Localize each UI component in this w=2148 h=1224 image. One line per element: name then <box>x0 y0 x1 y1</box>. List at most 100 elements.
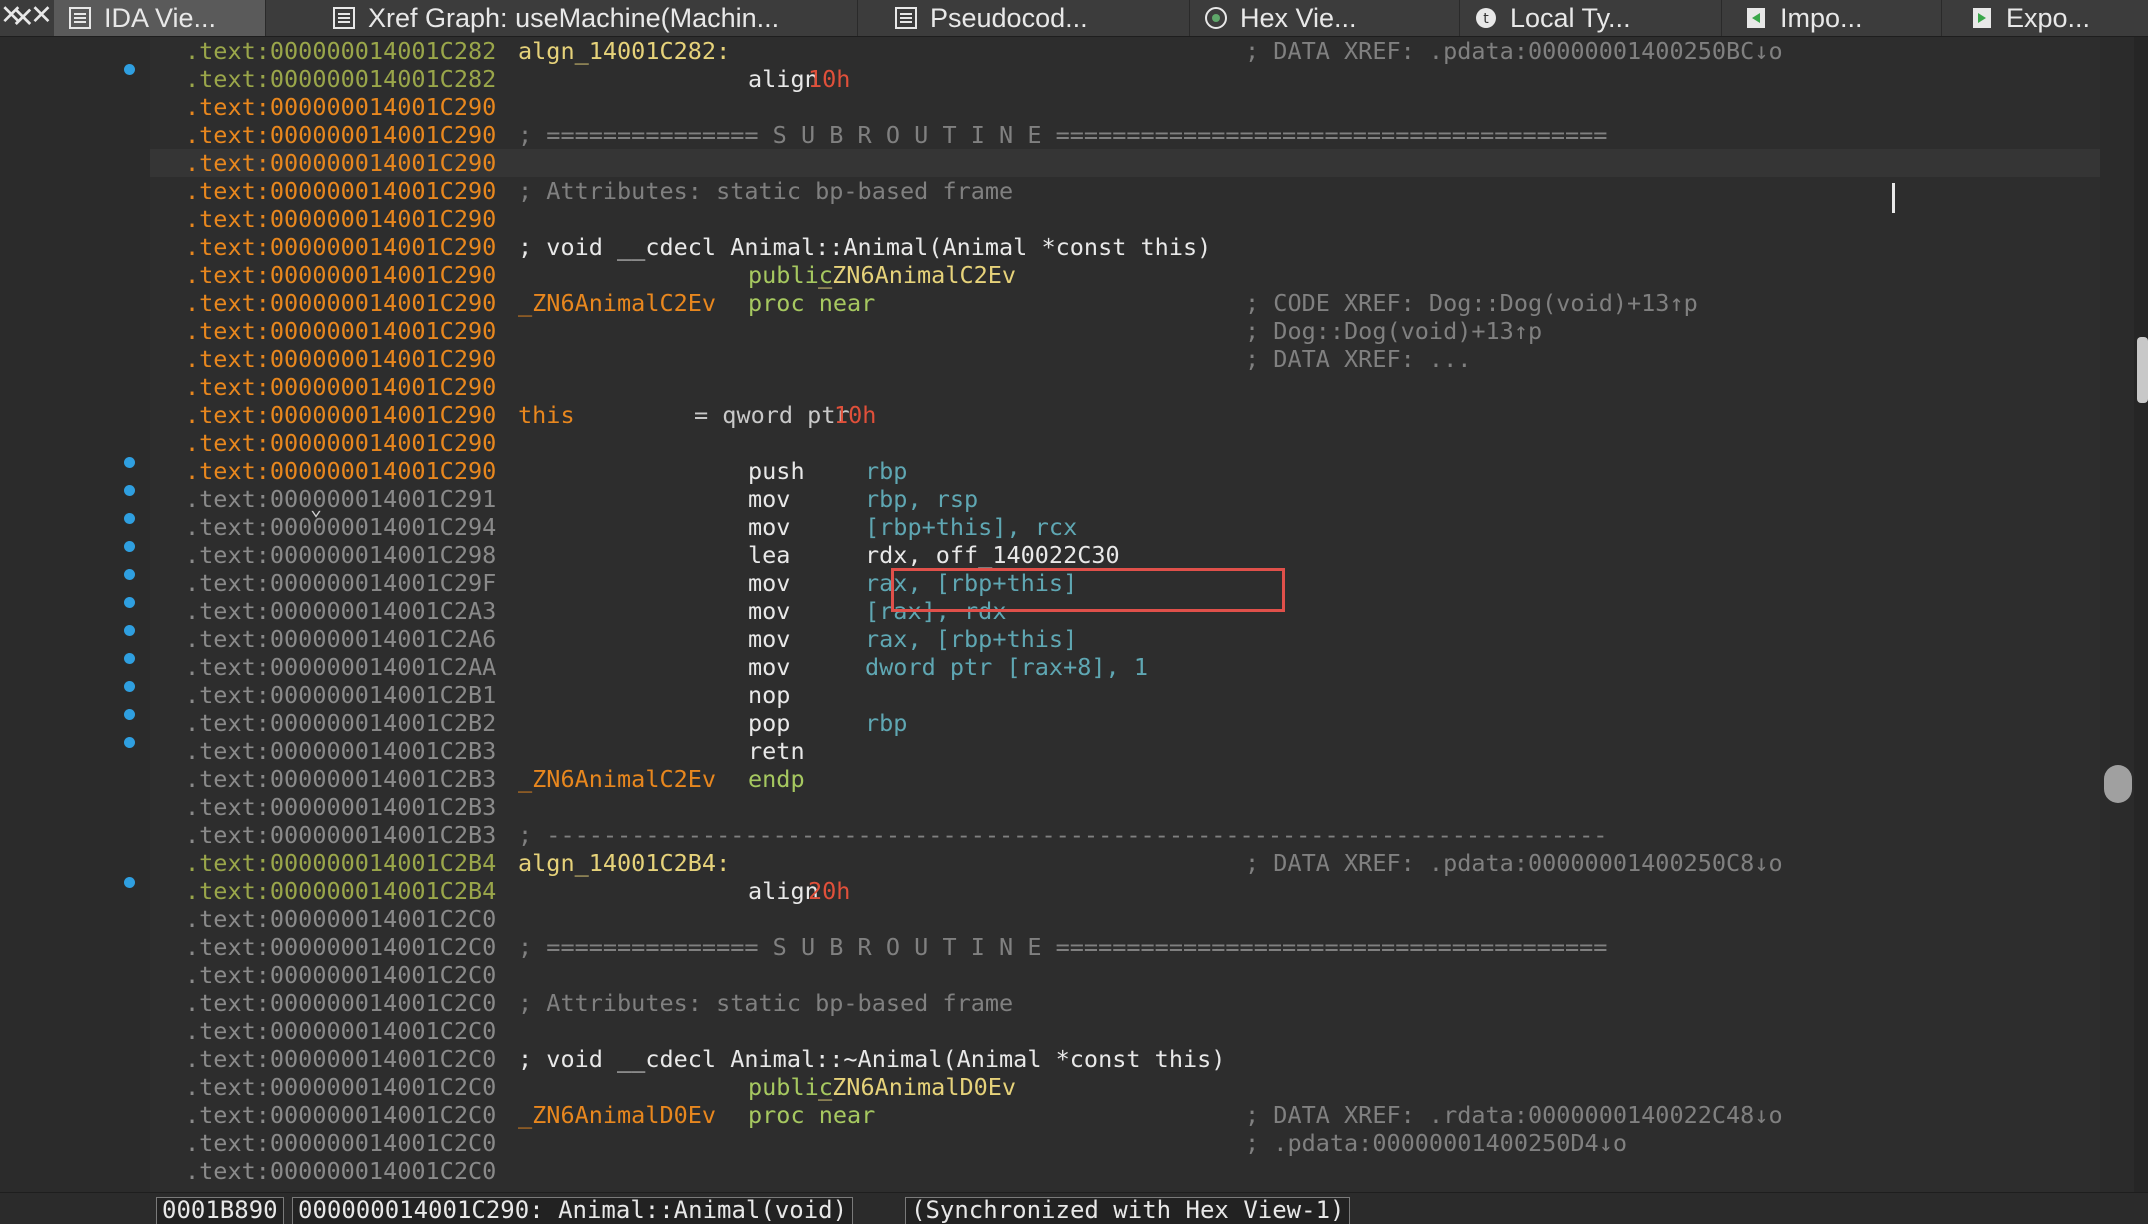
listing-row[interactable]: .text:000000014001C2A6 mov rax, [rbp+this] <box>150 625 2100 653</box>
listing-row[interactable]: .text:000000014001C2C0 ; void __cdecl Ani… <box>150 1045 2100 1073</box>
breakpoint-dot[interactable] <box>124 653 135 664</box>
operand[interactable]: rbp, rsp <box>865 485 978 513</box>
breakpoint-dot[interactable] <box>124 513 135 524</box>
listing-row[interactable]: .text:000000014001C290 public _ZN6AnimalC2… <box>150 261 2100 289</box>
tab-local-types[interactable]: t Local Ty... <box>1460 0 1722 36</box>
listing-row[interactable]: .text:000000014001C290 <box>150 93 2100 121</box>
listing-row[interactable]: .text:000000014001C2C0 <box>150 1017 2100 1045</box>
listing-row[interactable]: .text:000000014001C291 mov rbp, rsp <box>150 485 2100 513</box>
listing-row[interactable]: .text:000000014001C2C0 public _ZN6AnimalD0… <box>150 1073 2100 1101</box>
tab-exports[interactable]: Expo... <box>1956 0 2148 36</box>
breakpoint-dot[interactable] <box>124 541 135 552</box>
operand[interactable]: _ZN6AnimalC2Ev <box>818 261 1016 289</box>
listing-row[interactable]: .text:000000014001C2B3 <box>150 793 2100 821</box>
overview-strip[interactable] <box>2100 37 2134 1192</box>
mnemonic: nop <box>748 681 791 709</box>
breakpoint-dot[interactable] <box>124 597 135 608</box>
breakpoint-dot[interactable] <box>124 877 135 888</box>
tab-hex-view[interactable]: Hex Vie... <box>1190 0 1460 36</box>
xref-comment: ; .pdata:00000001400250D4↓o <box>1245 1129 1628 1157</box>
operand[interactable]: rdx, off_140022C30 <box>865 541 1120 569</box>
operand[interactable]: rbp <box>865 457 907 485</box>
mnemonic: endp <box>748 765 805 793</box>
listing-row[interactable]: .text:000000014001C2B3 ; ----------------… <box>150 821 2100 849</box>
address: .text:000000014001C290 <box>185 401 497 429</box>
address: .text:000000014001C290 <box>185 373 497 401</box>
code-label[interactable]: algn_14001C282: <box>518 37 730 65</box>
address: .text:000000014001C282 <box>185 37 497 65</box>
operand[interactable]: 10h <box>808 65 850 93</box>
listing-row[interactable]: .text:000000014001C282 algn_14001C282: ; D… <box>150 37 2100 65</box>
tab-label: Impo... <box>1780 3 1863 33</box>
address: .text:000000014001C2C0 <box>185 1129 497 1157</box>
operand[interactable]: [rbp+this], rcx <box>865 513 1077 541</box>
tab-pseudocode[interactable]: Pseudocod... <box>880 0 1190 36</box>
address: .text:000000014001C282 <box>185 65 497 93</box>
operand[interactable]: 20h <box>808 877 850 905</box>
listing-row[interactable]: .text:000000014001C290 ; Dog::Dog(void)+1… <box>150 317 2100 345</box>
tab-label: Local Ty... <box>1510 3 1631 33</box>
address: .text:000000014001C2C0 <box>185 961 497 989</box>
listing-row[interactable]: .text:000000014001C290 push rbp <box>150 457 2100 485</box>
listing-row[interactable]: .text:000000014001C2B4 align 20h <box>150 877 2100 905</box>
tab-xref-graph[interactable]: Xref Graph: useMachine(Machin... <box>318 0 858 36</box>
operand[interactable]: dword ptr [rax+8], 1 <box>865 653 1148 681</box>
tab-imports[interactable]: Impo... <box>1730 0 1942 36</box>
breakpoint-dot[interactable] <box>124 485 135 496</box>
code-label[interactable]: _ZN6AnimalC2Ev <box>518 765 716 793</box>
breakpoint-dot[interactable] <box>124 457 135 468</box>
listing-row[interactable]: .text:000000014001C2C0 <box>150 1157 2100 1185</box>
listing-row[interactable]: .text:000000014001C282 align 10h <box>150 65 2100 93</box>
listing-row[interactable]: .text:000000014001C2AA mov dword ptr [rax+… <box>150 653 2100 681</box>
listing-row[interactable]: .text:000000014001C2B3 _ZN6AnimalC2Ev endp <box>150 765 2100 793</box>
horizontal-scroll-thumb[interactable] <box>2104 765 2132 803</box>
listing-row[interactable]: .text:000000014001C290 <box>150 429 2100 457</box>
vertical-scroll-thumb[interactable] <box>2137 337 2148 403</box>
address: .text:000000014001C2B3 <box>185 821 497 849</box>
code-label[interactable]: _ZN6AnimalC2Ev <box>518 289 716 317</box>
breakpoint-dot[interactable] <box>124 625 135 636</box>
listing-row[interactable]: .text:000000014001C290 <box>150 373 2100 401</box>
listing-row[interactable]: .text:000000014001C290 ; DATA XREF: ... <box>150 345 2100 373</box>
breakpoint-dot[interactable] <box>124 569 135 580</box>
address: .text:000000014001C2B4 <box>185 877 497 905</box>
listing-row[interactable]: .text:000000014001C2C0 <box>150 961 2100 989</box>
listing-row[interactable]: .text:000000014001C294 mov [rbp+this], rcx <box>150 513 2100 541</box>
listing-row[interactable]: .text:000000014001C2C0 ; .pdata:000000014… <box>150 1129 2100 1157</box>
listing-row[interactable]: .text:000000014001C2B2 pop rbp <box>150 709 2100 737</box>
close-window-icon[interactable]: ✕ <box>8 1 38 35</box>
breakpoint-gutter[interactable] <box>0 37 150 1192</box>
listing-row[interactable]: .text:000000014001C2B1 nop <box>150 681 2100 709</box>
operand[interactable]: rax, [rbp+this] <box>865 625 1077 653</box>
operand[interactable]: rbp <box>865 709 907 737</box>
listing-row[interactable]: .text:000000014001C2B4 algn_14001C2B4: ; D… <box>150 849 2100 877</box>
operand[interactable]: _ZN6AnimalD0Ev <box>818 1073 1016 1101</box>
code-label[interactable]: algn_14001C2B4: <box>518 849 730 877</box>
listing-row[interactable]: .text:000000014001C290 <box>150 205 2100 233</box>
listing-row[interactable]: .text:000000014001C290 <box>150 149 2100 177</box>
code-label[interactable]: _ZN6AnimalD0Ev <box>518 1101 716 1129</box>
tab-ida-view[interactable]: IDA Vie... <box>54 0 266 36</box>
breakpoint-dot[interactable] <box>124 681 135 692</box>
breakpoint-dot[interactable] <box>124 64 135 75</box>
listing-row[interactable]: .text:000000014001C290 ; void __cdecl Ani… <box>150 233 2100 261</box>
listing-row[interactable]: .text:000000014001C2C0 ; Attributes: stat… <box>150 989 2100 1017</box>
breakpoint-dot[interactable] <box>124 709 135 720</box>
listing-row[interactable]: .text:000000014001C290 this = qword ptr 10… <box>150 401 2100 429</box>
listing-row[interactable]: .text:000000014001C2C0 <box>150 905 2100 933</box>
separator-comment: ; Attributes: static bp-based frame <box>518 177 1014 205</box>
listing-row[interactable]: .text:000000014001C2C0 _ZN6AnimalD0Ev proc… <box>150 1101 2100 1129</box>
listing-row[interactable]: .text:000000014001C2C0 ; =============== … <box>150 933 2100 961</box>
address: .text:000000014001C290 <box>185 317 497 345</box>
tab-label: Pseudocod... <box>930 3 1088 33</box>
listing-row[interactable]: .text:000000014001C290 ; Attributes: stat… <box>150 177 2100 205</box>
listing-row[interactable]: .text:000000014001C2B3 retn <box>150 737 2100 765</box>
separator-comment: ; =============== S U B R O U T I N E ==… <box>518 933 1608 961</box>
address: .text:000000014001C2C0 <box>185 1045 497 1073</box>
listing-row[interactable]: .text:000000014001C290 ; =============== … <box>150 121 2100 149</box>
disassembly-listing[interactable]: ⌄ .text:000000014001C282 algn_14001C282:;… <box>150 37 2100 1192</box>
listing-row[interactable]: .text:000000014001C290 _ZN6AnimalC2Ev proc… <box>150 289 2100 317</box>
breakpoint-dot[interactable] <box>124 737 135 748</box>
listing-row[interactable]: .text:000000014001C298 lea rdx, off_140022… <box>150 541 2100 569</box>
vertical-scrollbar[interactable] <box>2134 37 2148 1192</box>
